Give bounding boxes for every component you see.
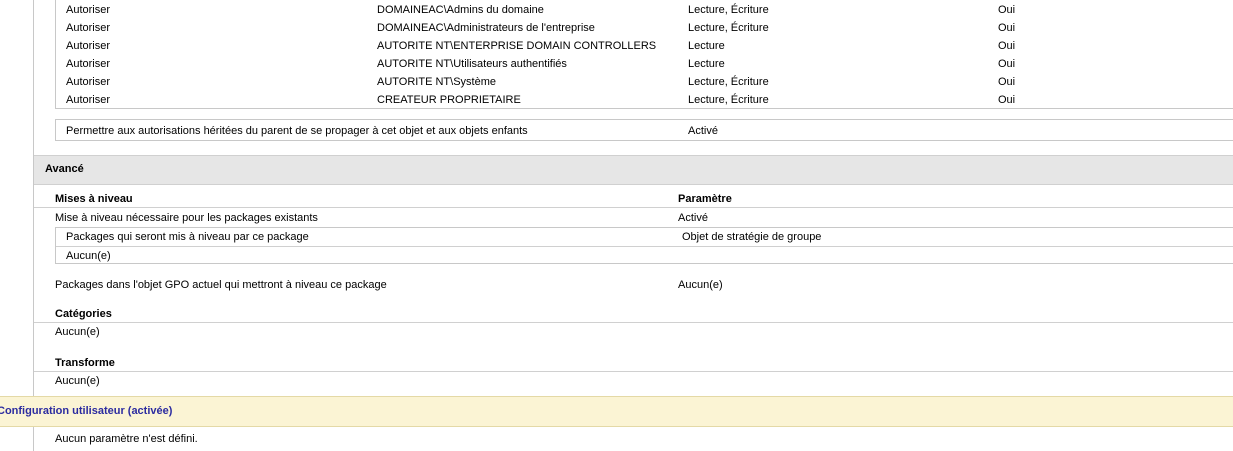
divider — [34, 322, 1233, 323]
permission-rights: Lecture, Écriture — [688, 94, 769, 106]
permission-inherited: Oui — [998, 4, 1016, 16]
packages-upgraded-column: Objet de stratégie de groupe — [682, 231, 822, 243]
permission-name: DOMAINEAC\Admins du domaine — [377, 4, 544, 16]
divider — [34, 207, 1233, 208]
inheritance-label: Permettre aux autorisations héritées du … — [66, 125, 528, 137]
packages-upgraded-label: Packages qui seront mis à niveau par ce … — [66, 231, 309, 243]
gpo-report: Autoriser DOMAINEAC\Admins du domaine Le… — [0, 0, 1233, 451]
table-row: Autoriser AUTORITE NT\Système Lecture, É… — [56, 72, 1233, 90]
parameter-header: Paramètre — [678, 193, 732, 205]
table-row: Autoriser AUTORITE NT\Utilisateurs authe… — [56, 54, 1233, 72]
permission-type: Autoriser — [66, 22, 111, 34]
permission-inherited: Oui — [998, 58, 1016, 70]
permission-inherited: Oui — [998, 40, 1016, 52]
user-configuration-header[interactable]: Configuration utilisateur (activée) — [0, 396, 1233, 427]
permission-inherited: Oui — [998, 76, 1016, 88]
packages-upgraded-table: Packages qui seront mis à niveau par ce … — [55, 227, 1233, 264]
advanced-section-header[interactable]: Avancé — [34, 155, 1233, 185]
permission-rights: Lecture — [688, 40, 725, 52]
permission-name: AUTORITE NT\Système — [377, 76, 496, 88]
permission-name: AUTORITE NT\Utilisateurs authentifiés — [377, 58, 567, 70]
categories-value: Aucun(e) — [55, 326, 100, 338]
upgrade-required-value: Activé — [678, 212, 708, 224]
permission-rights: Lecture, Écriture — [688, 22, 769, 34]
inheritance-setting: Permettre aux autorisations héritées du … — [55, 119, 1233, 141]
packages-in-gpo-value: Aucun(e) — [678, 279, 723, 291]
divider — [34, 371, 1233, 372]
permission-inherited: Oui — [998, 94, 1016, 106]
table-row: Autoriser DOMAINEAC\Admins du domaine Le… — [56, 0, 1233, 18]
left-gutter-line — [33, 0, 34, 396]
user-configuration-title: Configuration utilisateur (activée) — [0, 405, 173, 417]
permission-type: Autoriser — [66, 76, 111, 88]
transform-header: Transforme — [55, 357, 115, 369]
permissions-table: Autoriser DOMAINEAC\Admins du domaine Le… — [55, 0, 1233, 109]
permission-type: Autoriser — [66, 40, 111, 52]
table-row: Autoriser DOMAINEAC\Administrateurs de l… — [56, 18, 1233, 36]
permission-rights: Lecture, Écriture — [688, 76, 769, 88]
advanced-section-title: Avancé — [45, 163, 84, 175]
inheritance-value: Activé — [688, 125, 718, 137]
categories-header: Catégories — [55, 308, 112, 320]
permission-name: DOMAINEAC\Administrateurs de l'entrepris… — [377, 22, 595, 34]
permission-name: AUTORITE NT\ENTERPRISE DOMAIN CONTROLLER… — [377, 40, 657, 52]
permission-name: CREATEUR PROPRIETAIRE — [377, 94, 521, 106]
permission-type: Autoriser — [66, 94, 111, 106]
permission-type: Autoriser — [66, 58, 111, 70]
packages-in-gpo-label: Packages dans l'objet GPO actuel qui met… — [55, 279, 387, 291]
no-settings-text: Aucun paramètre n'est défini. — [55, 433, 198, 445]
packages-upgraded-value: Aucun(e) — [66, 250, 111, 262]
upgrades-header: Mises à niveau — [55, 193, 133, 205]
permission-rights: Lecture — [688, 58, 725, 70]
divider — [56, 246, 1233, 247]
left-gutter-line — [33, 427, 34, 451]
upgrade-required-label: Mise à niveau nécessaire pour les packag… — [55, 212, 318, 224]
permission-type: Autoriser — [66, 4, 111, 16]
transform-value: Aucun(e) — [55, 375, 100, 387]
permission-inherited: Oui — [998, 22, 1016, 34]
permission-rights: Lecture, Écriture — [688, 4, 769, 16]
table-row: Autoriser AUTORITE NT\ENTERPRISE DOMAIN … — [56, 36, 1233, 54]
table-row: Autoriser CREATEUR PROPRIETAIRE Lecture,… — [56, 90, 1233, 108]
